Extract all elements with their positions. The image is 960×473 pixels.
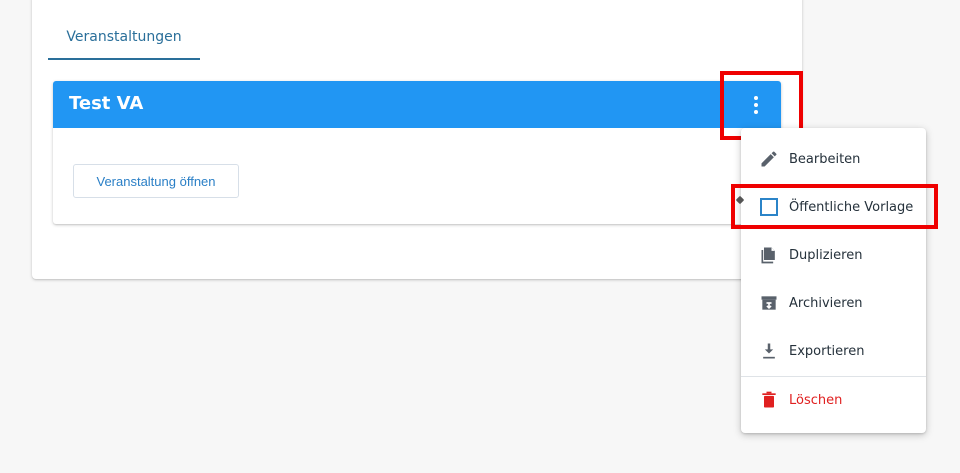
event-card: Test VA Veranstaltung öffnen — [53, 81, 781, 224]
menu-item-label: Bearbeiten — [789, 151, 861, 167]
menu-item-bearbeiten[interactable]: Bearbeiten — [741, 135, 926, 183]
trash-icon — [759, 390, 779, 410]
download-icon — [759, 341, 779, 361]
menu-item-exportieren[interactable]: Exportieren — [741, 327, 926, 375]
menu-item-label: Archivieren — [789, 295, 863, 311]
more-options-button[interactable] — [733, 82, 779, 128]
menu-item-label: Duplizieren — [789, 247, 863, 263]
copy-icon — [759, 245, 779, 265]
menu-item-label: Öffentliche Vorlage — [789, 199, 914, 215]
tab-veranstaltungen[interactable]: Veranstaltungen — [48, 22, 200, 60]
event-card-header: Test VA — [53, 81, 781, 128]
menu-item-archivieren[interactable]: Archivieren — [741, 279, 926, 327]
menu-item-label: Exportieren — [789, 343, 865, 359]
archive-icon — [759, 293, 779, 313]
open-event-button[interactable]: Veranstaltung öffnen — [73, 164, 239, 198]
menu-item-oeffentliche-vorlage[interactable]: Öffentliche Vorlage — [741, 183, 926, 231]
pencil-icon — [759, 149, 779, 169]
context-menu: Bearbeiten Öffentliche Vorlage Duplizier… — [741, 128, 926, 433]
more-vert-icon — [754, 96, 758, 114]
menu-item-loeschen[interactable]: Löschen — [741, 376, 926, 424]
event-title: Test VA — [69, 93, 144, 114]
checkbox-outline-icon — [759, 197, 779, 217]
tab-label: Veranstaltungen — [66, 29, 182, 45]
menu-item-duplizieren[interactable]: Duplizieren — [741, 231, 926, 279]
menu-item-label: Löschen — [789, 392, 843, 408]
